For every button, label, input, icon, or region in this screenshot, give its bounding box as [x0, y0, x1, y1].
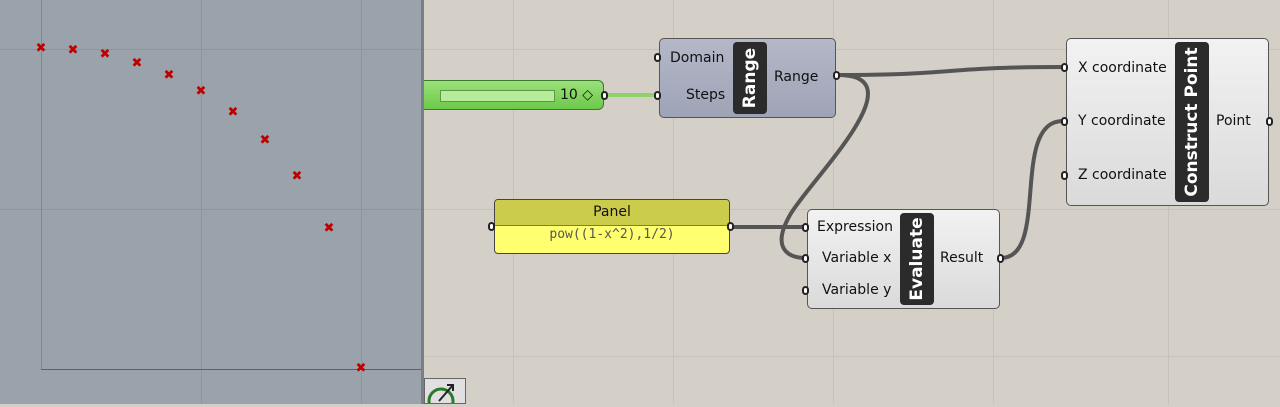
output-point: Point: [1216, 113, 1251, 129]
panel-title: Panel: [495, 200, 729, 226]
wire-result-y: [1000, 119, 1064, 260]
evaluate-component[interactable]: Expression Variable x Variable y Evaluat…: [807, 209, 1000, 309]
input-domain: Domain: [670, 50, 725, 66]
panel-content[interactable]: pow((1-x^2),1/2): [495, 227, 729, 242]
slider-track[interactable]: [440, 90, 555, 102]
output-range: Range: [774, 69, 819, 85]
compass-icon: [427, 384, 455, 407]
expression-input-grip[interactable]: [802, 223, 809, 232]
point-output-grip[interactable]: [1266, 117, 1273, 126]
input-expression: Expression: [817, 219, 893, 235]
construct-point-nickname: Construct Point: [1175, 42, 1209, 202]
variable-y-input-grip[interactable]: [802, 286, 809, 295]
steps-input-grip[interactable]: [654, 91, 661, 100]
output-result: Result: [940, 250, 984, 266]
text-panel[interactable]: Panel pow((1-x^2),1/2): [494, 199, 730, 254]
z-coordinate-input-grip[interactable]: [1061, 171, 1068, 180]
x-coordinate-input-grip[interactable]: [1061, 63, 1068, 72]
input-steps: Steps: [686, 87, 726, 103]
result-output-grip[interactable]: [997, 254, 1004, 263]
canvas-widget-icon[interactable]: [424, 378, 466, 407]
panel-output-grip[interactable]: [727, 222, 734, 231]
y-coordinate-input-grip[interactable]: [1061, 117, 1068, 126]
input-z-coordinate: Z coordinate: [1078, 167, 1167, 183]
construct-point-component[interactable]: X coordinate Y coordinate Z coordinate C…: [1066, 38, 1269, 206]
input-variable-x: Variable x: [822, 250, 892, 266]
domain-input-grip[interactable]: [654, 53, 661, 62]
input-x-coordinate: X coordinate: [1078, 60, 1167, 76]
slider-value[interactable]: 10 ◇: [560, 87, 593, 103]
wire-range-x: [837, 65, 1064, 77]
range-output-grip[interactable]: [833, 71, 840, 80]
number-slider[interactable]: 10 ◇: [424, 80, 604, 110]
panel-input-grip[interactable]: [488, 222, 495, 231]
slider-output-grip[interactable]: [601, 91, 608, 100]
input-y-coordinate: Y coordinate: [1078, 113, 1166, 129]
evaluate-nickname: Evaluate: [900, 213, 934, 305]
input-variable-y: Variable y: [822, 282, 892, 298]
range-component[interactable]: Domain Steps Range Range: [659, 38, 836, 118]
variable-x-input-grip[interactable]: [802, 254, 809, 263]
range-nickname: Range: [733, 42, 767, 114]
